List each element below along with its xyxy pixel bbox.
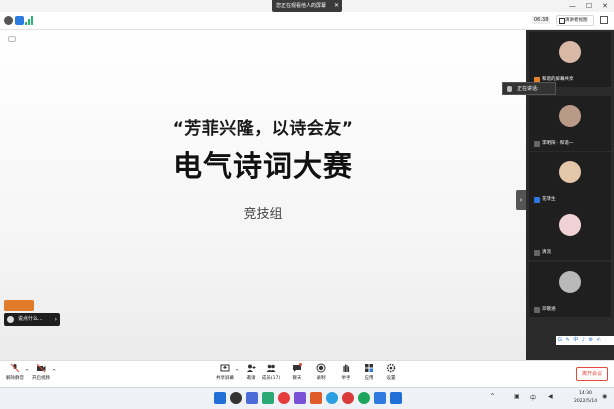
app-window: 您正在观看他人的屏幕 ✕ — ☐ ✕ 06:38 演讲者视图 “芳菲兴隆，以诗会… [0,0,614,409]
mic-icon [534,307,540,313]
app-icon[interactable] [326,392,338,404]
notification-icon[interactable]: ◉ [602,393,607,400]
panel-collapse-button[interactable]: › [516,190,526,210]
chevron-up-icon[interactable]: ^ [52,369,56,375]
browser-icon[interactable] [358,392,370,404]
title-bar: 您正在观看他人的屏幕 ✕ — ☐ ✕ [0,0,614,12]
settings-icon [386,363,396,373]
app-icon[interactable] [310,392,322,404]
close-button[interactable]: ✕ [602,0,608,12]
fullscreen-icon[interactable] [600,16,608,24]
share-screen-icon [220,364,230,372]
chat-icon [293,363,302,372]
network-icon[interactable]: ▣ [514,393,520,400]
settings-button[interactable]: 设置 [378,363,404,381]
unmute-label: 解除静音 [6,376,24,381]
meeting-status-bar: 06:38 演讲者视图 [0,12,614,30]
participant-name: 清流 [532,249,553,257]
invite-label: 邀请 [246,376,256,381]
meeting-toolbar: 解除静音 ^ 开启视频 ^ 共享屏幕 ^ 邀请 成员(17) 聊天 录制 举手 … [0,360,614,387]
banner-close-icon[interactable]: ✕ [334,0,339,12]
participant-tile[interactable]: 清流 [529,205,611,260]
invite-icon [247,364,256,372]
avatar [559,161,581,183]
speaking-indicator: 正在讲话: [502,82,556,95]
ime-icon[interactable]: 中 [530,393,536,402]
mic-muted-icon [10,363,20,373]
app-icon[interactable] [294,392,306,404]
window-controls: — ☐ ✕ [569,0,608,12]
participant-tile[interactable]: 邓敬涵 [529,262,611,317]
chevron-right-icon[interactable]: › [55,313,57,326]
raise-hand-label: 举手 [341,376,351,381]
chat-popup[interactable]: 说点什么... › [4,313,60,326]
share-screen-label: 共享屏幕 [216,376,234,381]
speaker-chip[interactable] [4,300,34,311]
chat-input-hint[interactable]: 说点什么... [18,316,43,322]
signal-icon[interactable] [25,16,34,25]
slide-source-tag [8,36,18,43]
record-button[interactable]: 录制 [308,363,334,381]
apps-icon [365,364,373,372]
minimize-button[interactable]: — [569,0,576,12]
chat-label: 聊天 [292,376,302,381]
settings-label: 设置 [386,376,396,381]
participant-tile[interactable]: 花菲生 [529,152,611,207]
mic-icon [534,141,540,147]
shared-slide: “芳菲兴隆，以诗会友” 电气诗词大赛 竞技组 [0,30,526,360]
start-video-button[interactable]: 开启视频 [28,363,54,381]
search-icon[interactable] [230,392,242,404]
meeting-app-icon[interactable] [390,392,402,404]
maximize-button[interactable]: ☐ [586,0,592,12]
mic-icon [534,197,540,203]
mic-icon [534,250,540,256]
start-video-label: 开启视频 [32,376,50,381]
clock-date: 2022/5/14 [574,399,598,404]
meeting-timer: 06:38 [532,16,551,24]
camera-off-icon [36,363,46,373]
participant-name: 邓敬涵 [532,306,558,314]
raise-hand-icon [343,364,350,372]
record-label: 录制 [316,376,326,381]
info-icon[interactable] [4,16,13,25]
shield-icon[interactable] [15,16,24,25]
avatar [559,41,581,63]
share-banner[interactable]: 您正在观看他人的屏幕 ✕ [272,0,342,12]
volume-icon[interactable]: ◀ [548,393,553,400]
task-view-icon[interactable] [246,392,258,404]
app-icon[interactable] [374,392,386,404]
slide-subtitle: 竞技组 [243,207,283,222]
start-icon[interactable] [214,392,226,404]
share-banner-text: 您正在观看他人的屏幕 [276,3,327,9]
participant-name: 花菲生 [532,196,558,204]
chevron-up-icon[interactable]: ^ [490,393,495,400]
members-label: 成员(17) [261,376,281,381]
slide-title: 电气诗词大赛 [172,149,353,183]
avatar [559,271,581,293]
record-icon [316,363,326,373]
avatar [559,214,581,236]
speaker-view-button[interactable]: 演讲者视图 [556,15,594,26]
participant-tile[interactable]: 和谐的屏幕共享 [529,32,611,87]
avatar [7,316,14,323]
annotation-toolbar[interactable]: G ✎ 中 ♪ ⚙ ✍ [556,336,614,345]
leave-meeting-button[interactable]: 离开会议 [576,367,608,381]
slide-slogan: “芳菲兴隆，以诗会友” [172,119,354,139]
participant-tile[interactable]: 李明阳 · 和谐一 [529,96,611,151]
system-clock[interactable]: 14:30 2022/5/14 [574,390,597,406]
participant-name: 李明阳 · 和谐一 [532,140,575,148]
apps-label: 应用 [364,376,374,381]
app-icon[interactable] [262,392,274,404]
os-taskbar: ^ ▣ 中 ◀ 14:30 2022/5/14 ◉ [0,387,614,409]
chat-button[interactable]: 聊天 [284,363,310,381]
app-icon[interactable] [278,392,290,404]
browser-icon[interactable] [342,392,354,404]
members-icon [266,364,276,372]
avatar [559,105,581,127]
clock-time: 14:30 [579,391,593,396]
members-button[interactable]: 成员(17) [258,363,284,381]
